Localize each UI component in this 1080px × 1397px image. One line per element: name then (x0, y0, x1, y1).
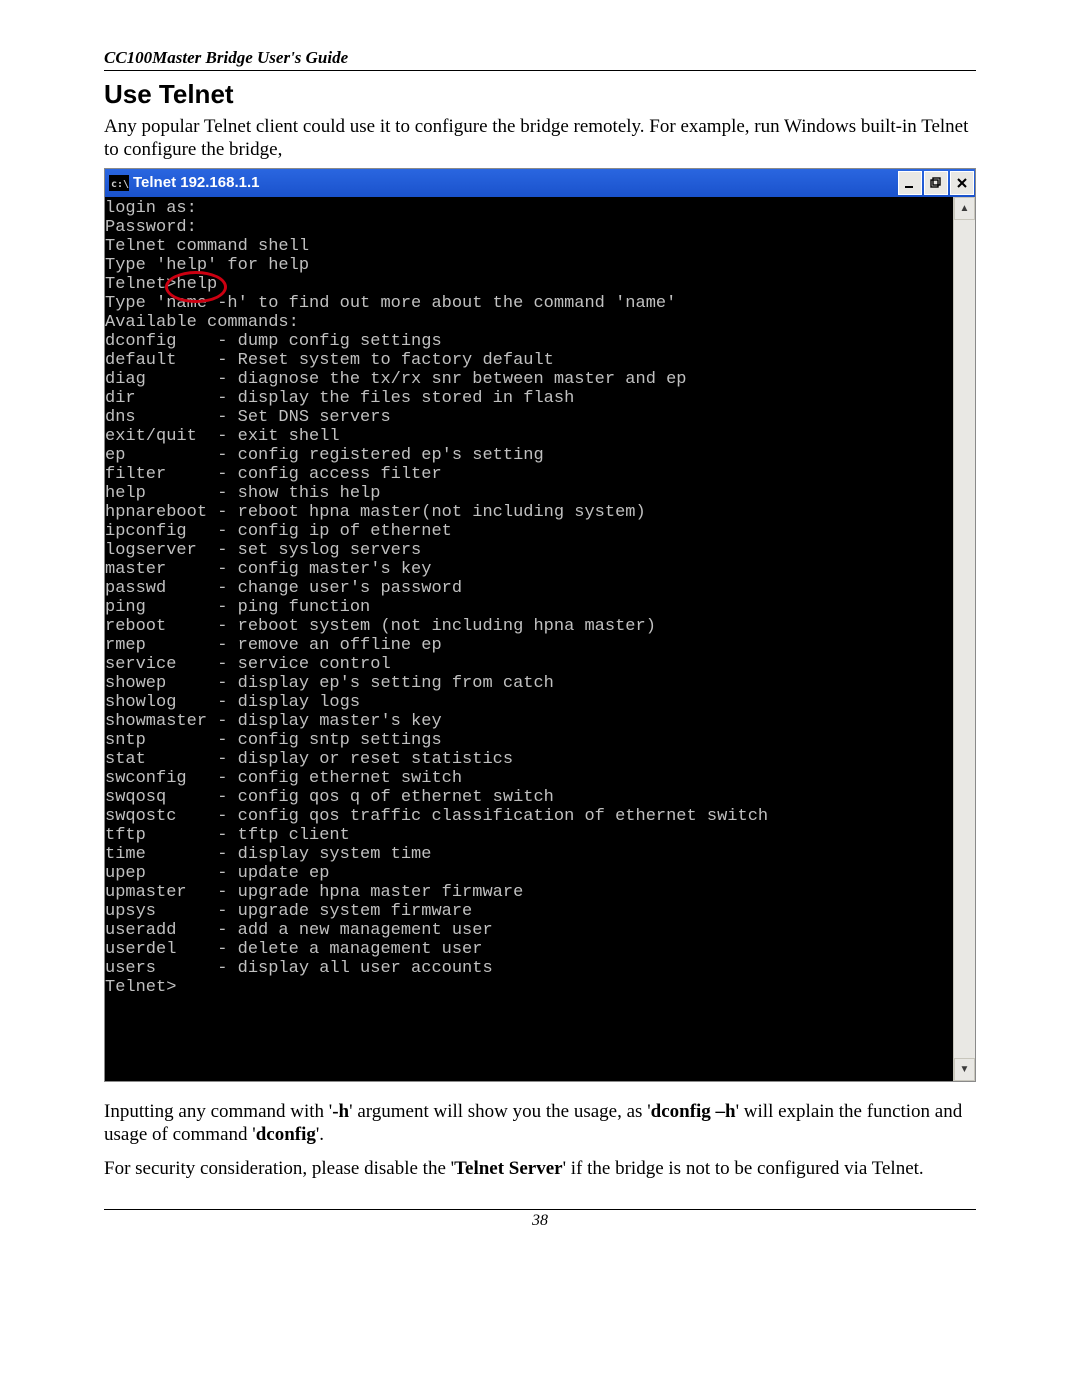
section-title: Use Telnet (104, 79, 976, 110)
window-controls (897, 171, 975, 195)
window-title: Telnet 192.168.1.1 (133, 174, 259, 191)
usage-paragraph: Inputting any command with '-h' argument… (104, 1100, 976, 1148)
after-screenshot-text: Inputting any command with '-h' argument… (104, 1100, 976, 1181)
close-button[interactable] (950, 171, 974, 195)
window-titlebar: c:\ Telnet 192.168.1.1 (105, 169, 975, 197)
vertical-scrollbar[interactable]: ▲ ▼ (953, 197, 975, 1081)
security-paragraph: For security consideration, please disab… (104, 1157, 976, 1181)
cmd-icon: c:\ (109, 175, 129, 191)
page-footer: 38 (104, 1209, 976, 1230)
page-number: 38 (532, 1212, 548, 1229)
console-area: login as: Password: Telnet command shell… (105, 197, 975, 1081)
terminal-output[interactable]: login as: Password: Telnet command shell… (105, 197, 953, 1081)
svg-text:c:\: c:\ (111, 179, 129, 190)
telnet-window: c:\ Telnet 192.168.1.1 (104, 168, 976, 1082)
running-header: CC100Master Bridge User's Guide (104, 48, 976, 71)
document-page: CC100Master Bridge User's Guide Use Teln… (0, 0, 1080, 1270)
help-annotation-circle (165, 271, 227, 303)
intro-paragraph: Any popular Telnet client could use it t… (104, 116, 976, 162)
scroll-up-arrow-icon[interactable]: ▲ (954, 197, 975, 220)
scroll-down-arrow-icon[interactable]: ▼ (954, 1058, 975, 1081)
minimize-button[interactable] (898, 171, 922, 195)
maximize-button[interactable] (924, 171, 948, 195)
scroll-track[interactable] (954, 220, 975, 1058)
